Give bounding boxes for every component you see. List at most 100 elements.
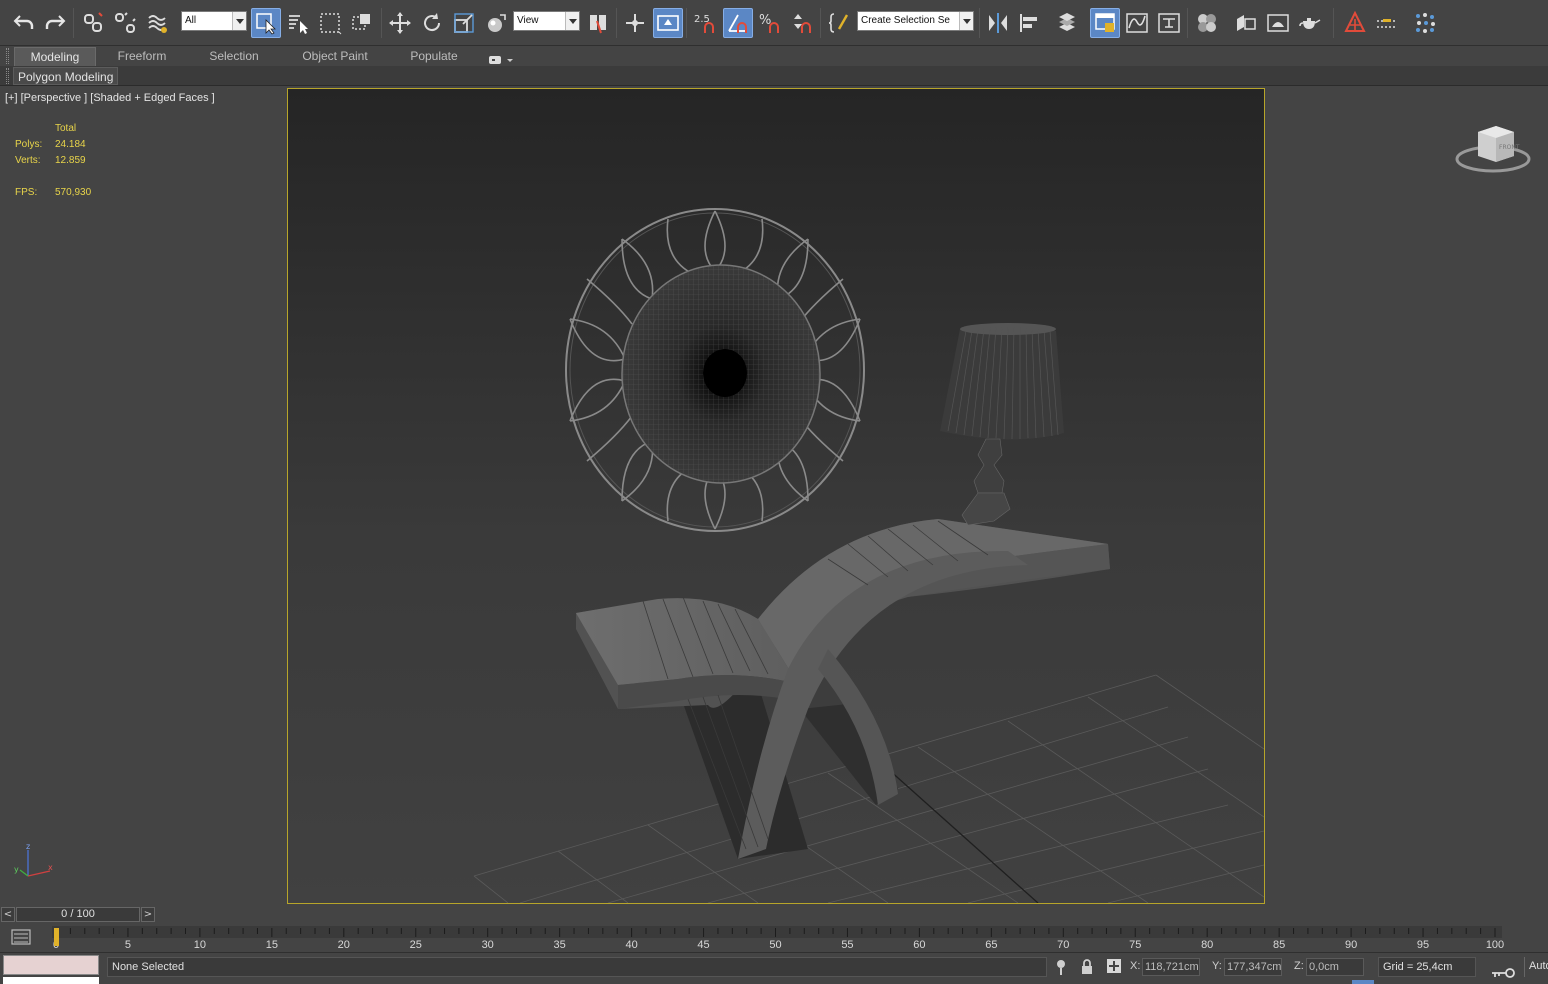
material-editor-button[interactable]: [1192, 8, 1222, 38]
particles-icon: [1416, 13, 1435, 33]
angle-snap-toggle-button[interactable]: [723, 8, 753, 38]
ribbon-tab-bar: Modeling Freeform Selection Object Paint…: [0, 46, 1548, 66]
edit-named-selection-sets-button[interactable]: [824, 8, 854, 38]
window-crossing-button[interactable]: [347, 8, 377, 38]
chevron-down-icon: [565, 12, 579, 30]
time-slider-next-button[interactable]: >: [141, 907, 155, 922]
select-object-button[interactable]: [251, 8, 281, 38]
named-selection-icon: [828, 13, 849, 33]
link-icon: [84, 12, 103, 32]
selection-lock-icon[interactable]: [1080, 958, 1094, 976]
time-slider-prev-button[interactable]: <: [1, 907, 15, 922]
named-selection-sets-dropdown[interactable]: Create Selection Se: [857, 11, 974, 31]
unlink-selection-button[interactable]: [110, 8, 140, 38]
render-production-button[interactable]: [1295, 8, 1325, 38]
absolute-relative-transform-icon[interactable]: [1106, 957, 1122, 975]
mirror-button[interactable]: [983, 8, 1013, 38]
keyboard-shortcut-override-button[interactable]: [653, 8, 683, 38]
rendered-frame-window-button[interactable]: [1263, 8, 1293, 38]
track-bar[interactable]: 0510152025303540455055606570758085909510…: [0, 924, 1548, 952]
teapot-icon: [1299, 18, 1321, 29]
track-bar-label: 85: [1273, 939, 1285, 951]
x-coord-field[interactable]: 118,721cm: [1142, 958, 1200, 976]
toolbar-separator: [820, 8, 821, 38]
stats-polys-label: Polys:: [15, 139, 43, 150]
mini-curve-editor-toggle[interactable]: [11, 929, 31, 945]
use-pivot-point-center-button[interactable]: [584, 8, 614, 38]
select-by-name-button[interactable]: [283, 8, 313, 38]
align-button[interactable]: [1015, 8, 1045, 38]
snaps-toggle-button[interactable]: 2.5: [690, 8, 720, 38]
particle-view-button[interactable]: [1410, 8, 1440, 38]
x-axis-label: x: [48, 863, 53, 872]
axis-tripod: z y x: [14, 842, 53, 877]
redo-button[interactable]: [40, 8, 70, 38]
viewport-label-menu[interactable]: [+] [Perspective ] [Shaded + Edged Faces…: [5, 92, 215, 104]
select-and-place-button[interactable]: [481, 8, 511, 38]
auto-key-button[interactable]: Auto: [1524, 957, 1548, 977]
sun-mirror-object[interactable]: [565, 208, 865, 532]
track-bar-label: 20: [338, 939, 350, 951]
redo-icon: [45, 15, 66, 29]
stats-fps-label: FPS:: [15, 187, 38, 198]
spinner-snap-toggle-button[interactable]: [787, 8, 817, 38]
tab-selection[interactable]: Selection: [197, 47, 271, 66]
mirror-icon: [989, 13, 1007, 33]
spinner-snap-icon: [794, 14, 811, 33]
track-bar-label: 95: [1417, 939, 1429, 951]
perspective-viewport[interactable]: [287, 88, 1265, 904]
toggle-scene-explorer-button[interactable]: [1052, 8, 1082, 38]
select-and-link-button[interactable]: [78, 8, 108, 38]
tab-modeling[interactable]: Modeling: [14, 47, 96, 66]
reference-coordinate-dropdown[interactable]: View: [513, 11, 580, 31]
place-icon: [488, 14, 506, 32]
curve-editor-button[interactable]: [1122, 8, 1152, 38]
select-and-manipulate-button[interactable]: [620, 8, 650, 38]
track-bar-label: 10: [194, 939, 206, 951]
current-frame-marker[interactable]: [54, 928, 59, 946]
select-and-move-button[interactable]: [385, 8, 415, 38]
selection-filter-dropdown[interactable]: All: [181, 11, 247, 31]
track-bar-label: 60: [913, 939, 925, 951]
bind-to-space-warp-button[interactable]: [143, 8, 173, 38]
y-coord-field[interactable]: 177,347cm: [1224, 958, 1282, 976]
rectangular-selection-region-button[interactable]: [315, 8, 345, 38]
tab-freeform[interactable]: Freeform: [106, 47, 178, 66]
z-coord-field[interactable]: 0,0cm: [1306, 958, 1364, 976]
ribbon-options-button[interactable]: [488, 51, 516, 64]
undo-button[interactable]: [9, 8, 39, 38]
maxscript-listener-mini[interactable]: [3, 955, 99, 975]
render-setup-icon: [1237, 15, 1256, 31]
named-selection-value: Create Selection Se: [861, 15, 950, 26]
main-toolbar: All View 2.5 % Create Selection Se: [0, 0, 1548, 46]
ribbon-grip-handle[interactable]: [6, 48, 9, 64]
track-bar-ruler[interactable]: 0510152025303540455055606570758085909510…: [0, 924, 1548, 952]
table-lamp-object[interactable]: [940, 323, 1064, 526]
viewport-scene: [473, 208, 1264, 903]
isolate-selection-icon[interactable]: [1054, 958, 1068, 976]
timeline-scroll-indicator: [1352, 980, 1374, 984]
toggle-layer-explorer-button[interactable]: [1090, 8, 1120, 38]
select-and-rotate-button[interactable]: [417, 8, 447, 38]
track-bar-label: 40: [625, 939, 637, 951]
select-cursor-icon: [256, 13, 276, 35]
tab-populate[interactable]: Populate: [400, 47, 468, 66]
create-selection-from-hierarchy-button[interactable]: [1340, 8, 1370, 38]
ribbon-panel-grip[interactable]: [6, 68, 9, 84]
stats-verts-label: Verts:: [15, 155, 41, 166]
dope-sheet-button[interactable]: [1372, 8, 1402, 38]
render-setup-button[interactable]: [1231, 8, 1261, 38]
console-table-object[interactable]: [576, 519, 1110, 859]
percent-snap-toggle-button[interactable]: %: [755, 8, 785, 38]
polygon-modeling-panel-tab[interactable]: Polygon Modeling: [13, 67, 119, 85]
select-and-scale-button[interactable]: [449, 8, 479, 38]
viewcube[interactable]: FRONT: [1452, 118, 1534, 180]
schematic-view-button[interactable]: [1154, 8, 1184, 38]
reference-coordinate-value: View: [517, 15, 539, 26]
maxscript-input[interactable]: [3, 977, 99, 984]
prompt-line: None Selected: [107, 957, 1047, 977]
key-icon[interactable]: [1490, 967, 1516, 979]
time-slider-thumb[interactable]: 0 / 100: [16, 907, 140, 922]
tab-object-paint[interactable]: Object Paint: [290, 47, 380, 66]
grid-spacing-display: Grid = 25,4cm: [1378, 957, 1476, 977]
